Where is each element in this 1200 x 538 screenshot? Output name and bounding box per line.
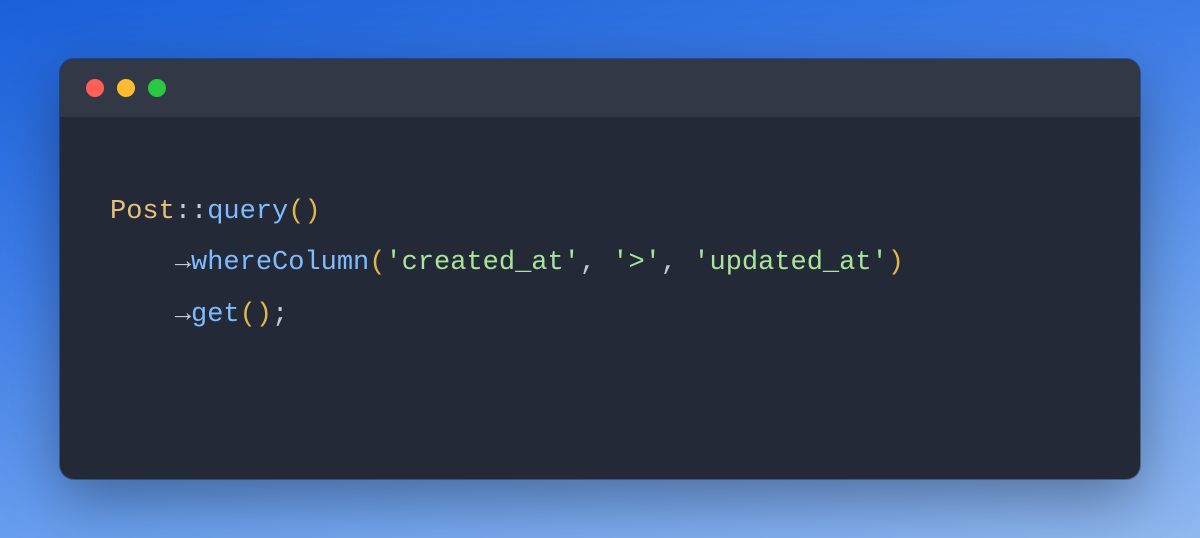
code-token-paren: ( bbox=[288, 197, 304, 227]
arrow-icon: → bbox=[175, 300, 191, 330]
code-window: Post::query() →whereColumn('created_at',… bbox=[60, 59, 1140, 479]
code-token-string: 'created_at' bbox=[385, 248, 579, 278]
code-token-paren: ) bbox=[304, 197, 320, 227]
code-token-scope: :: bbox=[175, 197, 207, 227]
code-area: Post::query() →whereColumn('created_at',… bbox=[60, 117, 1140, 479]
arrow-icon: → bbox=[175, 248, 191, 278]
code-indent bbox=[110, 300, 175, 330]
code-token-func: query bbox=[207, 197, 288, 227]
code-token-punct: , bbox=[580, 248, 612, 278]
code-token-paren: ) bbox=[256, 300, 272, 330]
code-token-string: 'updated_at' bbox=[693, 248, 887, 278]
code-token-paren: ( bbox=[240, 300, 256, 330]
code-token-func: get bbox=[191, 300, 240, 330]
code-token-class: Post bbox=[110, 197, 175, 227]
close-icon[interactable] bbox=[86, 79, 104, 97]
code-indent bbox=[110, 248, 175, 278]
code-token-semi: ; bbox=[272, 300, 288, 330]
code-token-func: whereColumn bbox=[191, 248, 369, 278]
code-block: Post::query() →whereColumn('created_at',… bbox=[110, 187, 1090, 341]
code-token-string: '>' bbox=[612, 248, 661, 278]
code-token-punct: , bbox=[661, 248, 693, 278]
window-titlebar bbox=[60, 59, 1140, 117]
code-token-paren: ) bbox=[888, 248, 904, 278]
code-token-paren: ( bbox=[369, 248, 385, 278]
maximize-icon[interactable] bbox=[148, 79, 166, 97]
minimize-icon[interactable] bbox=[117, 79, 135, 97]
